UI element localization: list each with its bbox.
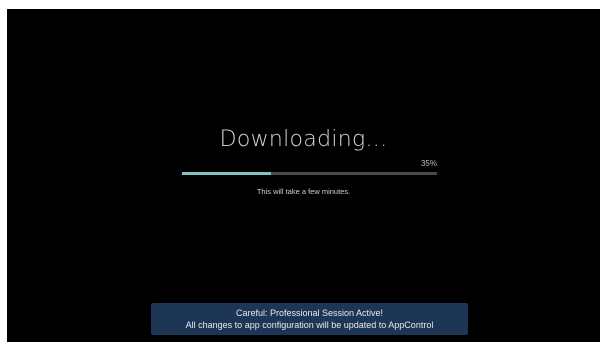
banner-line-1: Careful: Professional Session Active! bbox=[235, 308, 384, 318]
download-title: Downloading... bbox=[219, 127, 388, 152]
progress-bar bbox=[182, 172, 437, 175]
progress-bar-fill bbox=[182, 172, 272, 175]
session-warning-banner: Careful: Professional Session Active! Al… bbox=[151, 303, 468, 335]
download-subtitle: This will take a few minutes. bbox=[256, 187, 351, 196]
progress-percent-label: 35% bbox=[420, 159, 437, 168]
tv-screen: Downloading... 35% This will take a few … bbox=[7, 9, 600, 342]
banner-line-2: All changes to app configuration will be… bbox=[185, 320, 434, 330]
